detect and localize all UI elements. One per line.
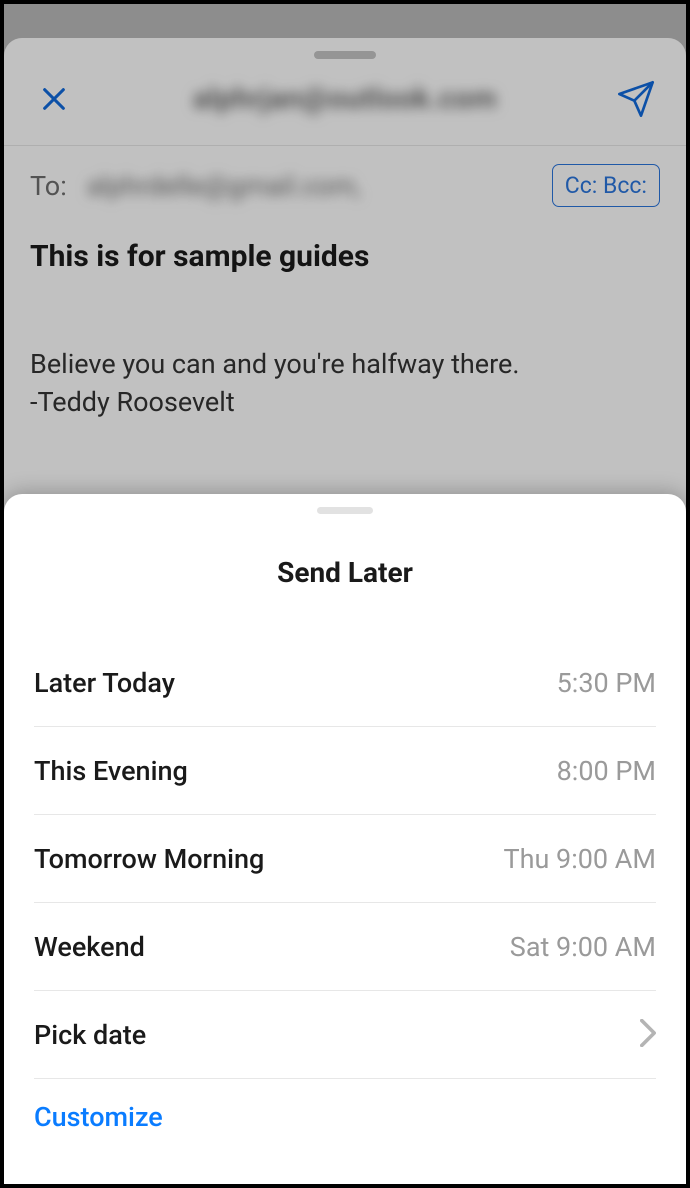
chevron-right-icon (640, 1019, 656, 1051)
send-icon (616, 79, 656, 119)
option-weekend[interactable]: Weekend Sat 9:00 AM (34, 903, 656, 991)
option-time: 8:00 PM (557, 755, 656, 787)
to-recipient[interactable]: alphrdelle@gmail.com, (87, 170, 532, 202)
body-field[interactable]: Believe you can and you're halfway there… (4, 284, 686, 432)
option-label: Later Today (34, 667, 175, 699)
option-time: Thu 9:00 AM (503, 843, 656, 875)
cc-bcc-button[interactable]: Cc: Bcc: (552, 164, 660, 207)
to-row: To: alphrdelle@gmail.com, Cc: Bcc: (4, 146, 686, 225)
sheet-grabber-icon[interactable] (314, 51, 376, 59)
customize-button[interactable]: Customize (4, 1079, 686, 1155)
from-address[interactable]: alphrjan@outlook.com (193, 82, 497, 116)
send-button[interactable] (614, 77, 658, 121)
option-label: Pick date (34, 1019, 146, 1051)
to-label: To: (30, 170, 67, 202)
option-this-evening[interactable]: This Evening 8:00 PM (34, 727, 656, 815)
option-later-today[interactable]: Later Today 5:30 PM (34, 639, 656, 727)
send-later-sheet: Send Later Later Today 5:30 PM This Even… (4, 494, 686, 1184)
sheet-title: Send Later (4, 494, 686, 639)
option-label: This Evening (34, 755, 188, 787)
option-time: 5:30 PM (557, 667, 656, 699)
close-button[interactable] (32, 77, 76, 121)
option-pick-date[interactable]: Pick date (34, 991, 656, 1079)
options-list: Later Today 5:30 PM This Evening 8:00 PM… (4, 639, 686, 1079)
close-icon (38, 83, 70, 115)
option-label: Weekend (34, 931, 145, 963)
option-tomorrow-morning[interactable]: Tomorrow Morning Thu 9:00 AM (34, 815, 656, 903)
sheet-grabber-icon[interactable] (317, 507, 373, 514)
subject-field[interactable]: This is for sample guides (4, 225, 686, 284)
option-label: Tomorrow Morning (34, 843, 264, 875)
option-time: Sat 9:00 AM (510, 931, 656, 963)
